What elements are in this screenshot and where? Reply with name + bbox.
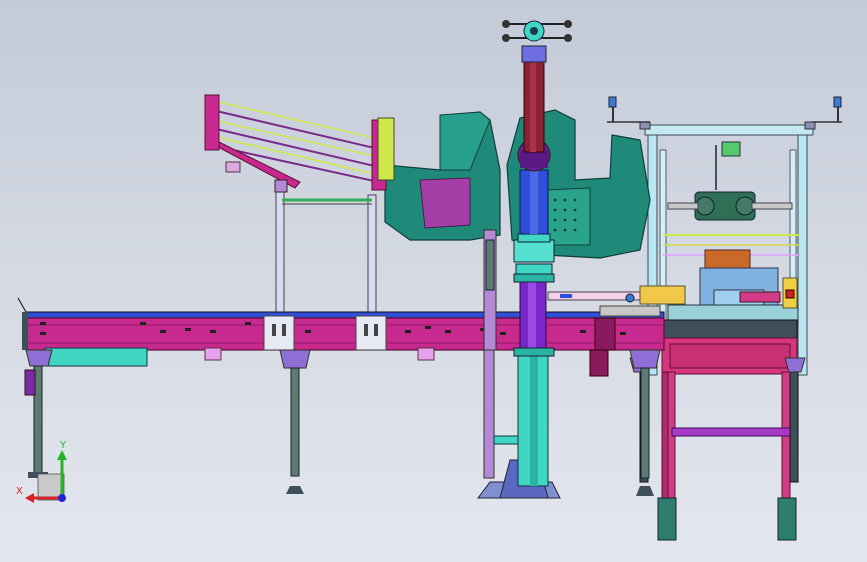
conveyor-legs — [24, 347, 661, 496]
axis-x-label: X — [16, 486, 23, 497]
inclined-feeder-frame — [204, 94, 395, 321]
main-conveyor-frame — [17, 297, 665, 367]
machine-assembly-model[interactable] — [0, 0, 867, 562]
axis-y-label: Y — [60, 440, 67, 451]
cad-viewport[interactable]: Y X — [0, 0, 867, 562]
left-guard-hopper — [384, 111, 501, 241]
